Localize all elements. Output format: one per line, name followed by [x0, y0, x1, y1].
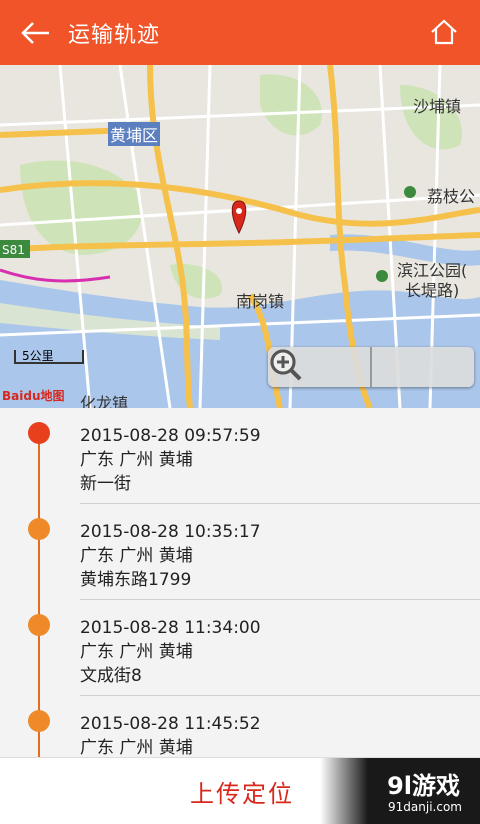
map-view[interactable]: S81 黄埔区 沙埔镇 荔枝公 滨江公园( 长堤路) 南岗镇 化龙镇 5公里 B…	[0, 65, 480, 408]
entry-address: 文成街8	[80, 666, 142, 686]
s81-sign: S81	[2, 243, 25, 257]
map-label-nangang: 南岗镇	[236, 292, 285, 311]
timeline-entry[interactable]: 2015-08-28 10:35:17 广东 广州 黄埔 黄埔东路1799	[0, 504, 480, 600]
map-label-huangpu: 黄埔区	[108, 122, 161, 146]
baidu-logo: Baidu地图	[2, 389, 65, 403]
entry-address: 新一街	[80, 474, 131, 494]
entry-time: 2015-08-28 11:45:52	[80, 714, 261, 734]
app-header: 运输轨迹	[0, 0, 480, 65]
timeline-dot	[28, 710, 50, 732]
zoom-in-icon	[270, 349, 302, 381]
map-pin-icon[interactable]	[231, 200, 247, 235]
map-label-shabu: 沙埔镇	[413, 97, 462, 116]
entry-region: 广东 广州 黄埔	[80, 546, 193, 566]
map-label-changdi: 长堤路)	[405, 281, 460, 300]
entry-time: 2015-08-28 10:35:17	[80, 522, 261, 542]
arrow-left-icon	[21, 21, 49, 44]
back-button[interactable]	[12, 9, 60, 57]
zoom-in-button[interactable]	[270, 347, 474, 387]
entry-time: 2015-08-28 09:57:59	[80, 426, 261, 446]
timeline-entry[interactable]: 2015-08-28 11:34:00 广东 广州 黄埔 文成街8	[0, 600, 480, 696]
track-timeline[interactable]: 2015-08-28 09:57:59 广东 广州 黄埔 新一街 2015-08…	[0, 408, 480, 757]
timeline-entry[interactable]: 2015-08-28 09:57:59 广东 广州 黄埔 新一街	[0, 408, 480, 504]
home-button[interactable]	[426, 14, 462, 50]
page-title: 运输轨迹	[68, 22, 161, 48]
timeline-entry[interactable]: 2015-08-28 11:45:52 广东 广州 黄埔	[0, 696, 480, 757]
watermark-url: 91danji.com	[388, 800, 462, 814]
map-label-lizhi: 荔枝公	[427, 187, 476, 206]
zoom-control	[268, 347, 474, 387]
entry-region: 广东 广州 黄埔	[80, 642, 193, 662]
entry-region: 广东 广州 黄埔	[80, 450, 193, 470]
timeline-dot	[28, 614, 50, 636]
timeline-dot-current	[28, 422, 50, 444]
entry-region: 广东 广州 黄埔	[80, 738, 193, 757]
home-icon	[431, 19, 457, 45]
map-scale-label: 5公里	[22, 349, 54, 363]
map-label-huanglong: 化龙镇	[80, 394, 129, 408]
bottom-bar: 上传定位 9l游戏 91danji.com	[0, 757, 480, 824]
entry-address: 黄埔东路1799	[80, 570, 192, 590]
timeline-dot	[28, 518, 50, 540]
watermark-logo: 9l游戏	[387, 772, 460, 800]
entry-time: 2015-08-28 11:34:00	[80, 618, 261, 638]
watermark: 9l游戏 91danji.com	[320, 758, 480, 824]
upload-location-button[interactable]: 上传定位	[190, 774, 294, 809]
